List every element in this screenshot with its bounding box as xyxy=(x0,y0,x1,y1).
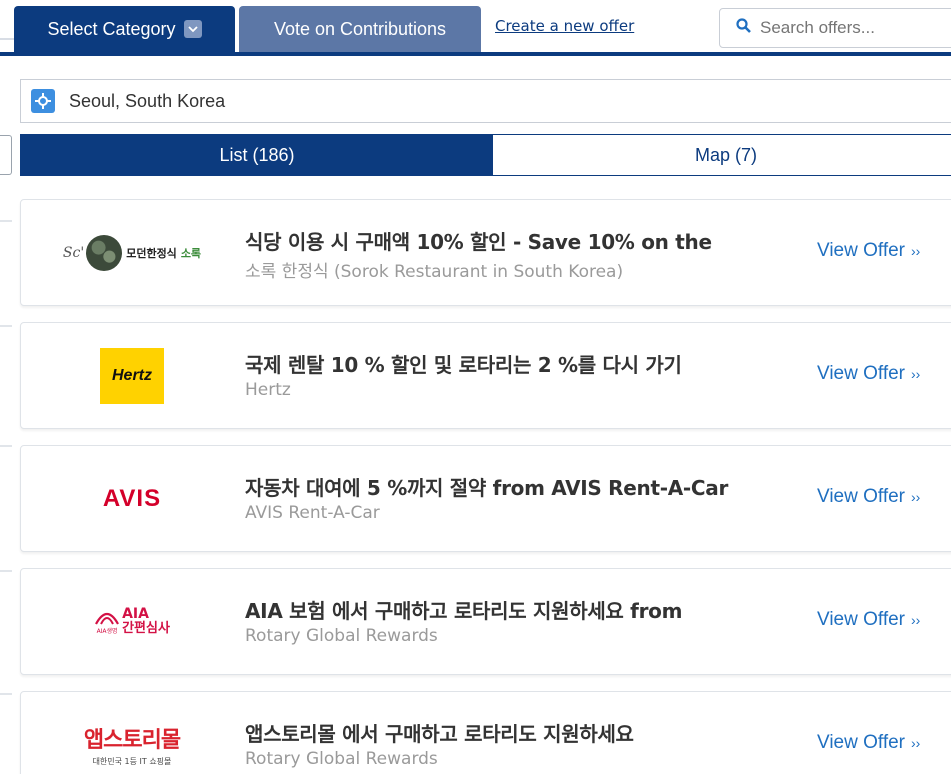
double-chevron-right-icon: ›› xyxy=(911,366,921,382)
aia-logo-text: AIA xyxy=(122,606,149,622)
hertz-logo: Hertz xyxy=(100,347,164,404)
offer-logo: 앱스토리몰 대한민국 1등 IT 쇼핑몰 xyxy=(21,692,243,774)
view-offer-link[interactable]: View Offer ›› xyxy=(817,363,920,385)
offer-merchant: Rotary Global Rewards xyxy=(245,749,438,769)
left-panel-edge xyxy=(0,220,12,222)
offer-card[interactable]: Hertz 국제 렌탈 10 % 할인 및 로타리는 2 %를 다시 가기 He… xyxy=(20,322,951,429)
offer-logo: Hertz xyxy=(21,323,243,428)
offer-card[interactable]: AVIS 자동차 대여에 5 %까지 절약 from AVIS Rent-A-C… xyxy=(20,445,951,552)
left-panel-edge xyxy=(0,325,12,327)
offer-title: 앱스토리몰 에서 구매하고 로타리도 지원하세요 xyxy=(245,722,634,746)
search-input[interactable] xyxy=(760,18,950,38)
offer-title: 식당 이용 시 구매액 10% 할인 - Save 10% on the xyxy=(245,230,712,254)
aia-logo-caption: AIA생명 xyxy=(96,628,118,635)
view-offer-label: View Offer xyxy=(817,486,906,507)
avis-logo: AVIS xyxy=(102,484,162,512)
view-offer-label: View Offer xyxy=(817,363,906,384)
tab-map[interactable]: Map (7) xyxy=(493,135,951,175)
offer-merchant: AVIS Rent-A-Car xyxy=(245,503,380,523)
sorok-logo-text: 모던한정식 xyxy=(126,246,177,260)
view-offer-link[interactable]: View Offer ›› xyxy=(817,240,920,262)
aia-swoosh-icon xyxy=(95,612,120,625)
appstory-logo-text: 앱스토리몰 xyxy=(83,728,181,753)
location-field[interactable]: Seoul, South Korea xyxy=(20,79,951,123)
view-offer-label: View Offer xyxy=(817,609,906,630)
offer-card[interactable]: 앱스토리몰 대한민국 1등 IT 쇼핑몰 앱스토리몰 에서 구매하고 로타리도 … xyxy=(20,691,951,774)
sorok-logo-mark: Sc' xyxy=(62,244,85,261)
vote-on-contributions-label: Vote on Contributions xyxy=(273,18,447,39)
offer-merchant: 소록 한정식 (Sorok Restaurant in South Korea) xyxy=(245,262,624,282)
offer-logo: AVIS xyxy=(21,446,243,551)
view-offer-link[interactable]: View Offer ›› xyxy=(817,732,920,754)
chevron-down-icon xyxy=(183,20,202,38)
double-chevron-right-icon: ›› xyxy=(911,612,921,628)
offer-merchant: Hertz xyxy=(245,380,291,400)
view-offer-label: View Offer xyxy=(817,732,906,753)
left-panel-edge xyxy=(0,38,14,40)
offer-title: AIA 보험 에서 구매하고 로타리도 지원하세요 from xyxy=(245,599,683,623)
create-offer-link[interactable]: Create a new offer xyxy=(495,17,634,35)
left-panel-edge xyxy=(0,570,12,572)
left-panel-edge xyxy=(0,693,12,695)
double-chevron-right-icon: ›› xyxy=(911,489,921,505)
sorok-logo-name: 소록 xyxy=(180,246,202,260)
search-box[interactable] xyxy=(719,8,951,48)
double-chevron-right-icon: ›› xyxy=(911,243,921,259)
view-toggle: List (186) Map (7) xyxy=(20,134,951,176)
view-offer-link[interactable]: View Offer ›› xyxy=(817,609,920,631)
appstory-logo-tagline: 대한민국 1등 IT 쇼핑몰 xyxy=(92,757,172,766)
offer-card[interactable]: Sc' 모던한정식 소록 식당 이용 시 구매액 10% 할인 - Save 1… xyxy=(20,199,951,306)
select-category-button[interactable]: Select Category xyxy=(14,6,235,52)
top-bar: Select Category Vote on Contributions Cr… xyxy=(0,0,951,56)
select-category-label: Select Category xyxy=(47,18,176,39)
leaf-emblem-icon xyxy=(86,234,123,271)
offer-title: 국제 렌탈 10 % 할인 및 로타리는 2 %를 다시 가기 xyxy=(245,353,682,377)
offer-merchant: Rotary Global Rewards xyxy=(245,626,438,646)
aia-logo-subtext: 간편심사 xyxy=(122,621,170,636)
offer-logo: Sc' 모던한정식 소록 xyxy=(21,200,243,305)
tab-list[interactable]: List (186) xyxy=(21,135,493,175)
left-panel-edge xyxy=(0,445,12,447)
search-icon xyxy=(736,17,752,39)
offer-card[interactable]: AIA생명 AIA 간편심사 AIA 보험 에서 구매하고 로타리도 지원하세요… xyxy=(20,568,951,675)
view-offer-link[interactable]: View Offer ›› xyxy=(817,486,920,508)
vote-on-contributions-tab[interactable]: Vote on Contributions xyxy=(239,6,481,52)
location-value: Seoul, South Korea xyxy=(69,90,226,111)
offer-title: 자동차 대여에 5 %까지 절약 from AVIS Rent-A-Car xyxy=(245,476,729,500)
left-panel-edge xyxy=(0,135,12,175)
double-chevron-right-icon: ›› xyxy=(911,735,921,751)
locate-crosshair-icon[interactable] xyxy=(31,89,55,113)
offer-logo: AIA생명 AIA 간편심사 xyxy=(21,569,243,674)
header-divider xyxy=(0,52,951,56)
view-offer-label: View Offer xyxy=(817,240,906,261)
